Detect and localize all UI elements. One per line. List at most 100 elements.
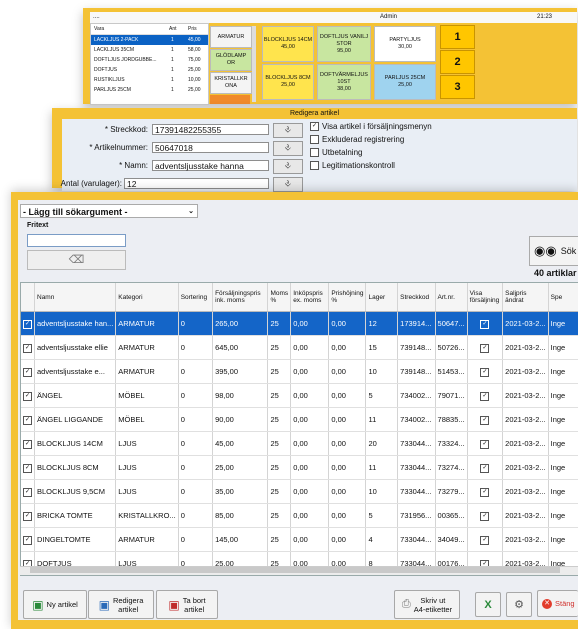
row-checkbox[interactable]: ✓ bbox=[21, 479, 35, 504]
row-checkbox[interactable]: ✓ bbox=[21, 407, 35, 432]
excel-export-button[interactable]: X bbox=[475, 592, 501, 617]
name-field[interactable]: adventsljusstake hanna bbox=[152, 160, 269, 171]
pos-list-row[interactable]: PARLJUS 25CM 1 25,00 bbox=[91, 85, 208, 95]
close-button[interactable]: ✕ Stäng bbox=[537, 590, 578, 617]
clear-search-button[interactable]: ⌫ bbox=[27, 250, 126, 270]
column-header-article-number[interactable]: Art.nr. bbox=[435, 283, 468, 312]
scan-button-article-number[interactable]: ⎀ bbox=[273, 141, 303, 156]
edit-article-button[interactable]: ▣ Redigera artikel bbox=[88, 590, 154, 619]
barcode-field[interactable]: 17391482255355 bbox=[152, 124, 269, 135]
pos-list-row[interactable]: LACKLJUS 2-PACK 1 45,00 bbox=[91, 35, 208, 45]
pos-receipt-list[interactable]: Vara Ant Pris LACKLJUS 2-PACK 1 45,00 LACK… bbox=[90, 23, 209, 105]
horizontal-scrollbar-thumb[interactable] bbox=[30, 567, 560, 573]
cell-show-in-sales[interactable]: ✓ bbox=[467, 479, 504, 504]
cell-barcode: 733044... bbox=[397, 431, 436, 456]
table-row[interactable]: ✓ adventsljusstake ellie ARMATUR 0 645,00 25 0… bbox=[21, 335, 578, 360]
pos-list-row[interactable]: RUSTIKLJUS 1 10,00 bbox=[91, 75, 208, 85]
column-header-purchase-price[interactable]: Inköpspris ex. moms bbox=[290, 283, 330, 312]
pos-list-row[interactable]: LACKLJUS 35CM 1 58,00 bbox=[91, 45, 208, 55]
cell-name: adventsljusstake e... bbox=[34, 359, 117, 384]
table-row[interactable]: ✓ DINGELTOMTE ARMATUR 0 145,00 25 0,00 0,00 4 733… bbox=[21, 527, 578, 552]
category-button-partial[interactable] bbox=[210, 95, 250, 104]
table-row[interactable]: ✓ ÄNGEL MÖBEL 0 98,00 25 0,00 0,00 5 734002... 790… bbox=[21, 383, 578, 408]
table-row[interactable]: ✓ BLOCKLJUS 8CM LJUS 0 25,00 25 0,00 0,00 11 7330… bbox=[21, 455, 578, 480]
column-header-show-in-sales[interactable]: Visa försäljning bbox=[467, 283, 504, 312]
cell-barcode: 733044... bbox=[398, 576, 435, 577]
checkbox-excluded-registration[interactable]: Exkluderad registrering bbox=[310, 135, 404, 145]
row-checkbox[interactable]: ✓ bbox=[21, 527, 35, 552]
category-scrollbar[interactable] bbox=[252, 26, 256, 102]
column-header-select[interactable] bbox=[21, 283, 35, 312]
column-header-vat[interactable]: Moms % bbox=[267, 283, 292, 312]
column-header-sort[interactable]: Sortering bbox=[178, 283, 214, 312]
cell-category: MÖBEL bbox=[115, 407, 179, 432]
checkbox-show-in-sales-menu[interactable]: ✓ Visa artikel i försäljningsmenyn bbox=[310, 122, 432, 132]
category-button-kristallkrona[interactable]: KRISTALLKR ONA bbox=[210, 72, 252, 94]
article-number-field[interactable]: 50647018 bbox=[152, 142, 269, 153]
column-header-sales-price[interactable]: Försäljningspris ink. moms bbox=[212, 283, 269, 312]
table-row[interactable]: ✓DOFTLJUS JORDG...LJUS075,00250,000,0012… bbox=[21, 576, 578, 577]
article-table[interactable]: Namn Kategori Sortering Försäljningspris… bbox=[20, 282, 578, 576]
row-checkbox[interactable]: ✓ bbox=[21, 335, 35, 360]
column-header-barcode[interactable]: Streckkod bbox=[397, 283, 436, 312]
checkbox-payout[interactable]: Utbetalning bbox=[310, 148, 362, 158]
scan-button-stock[interactable]: ⎀ bbox=[273, 177, 303, 192]
table-row[interactable]: ✓ ÄNGEL LIGGANDE MÖBEL 0 90,00 25 0,00 0,00 11 73… bbox=[21, 407, 578, 432]
delete-article-button[interactable]: ▣ Ta bort artikel bbox=[156, 590, 218, 619]
pos-list-row[interactable]: DOFTLJUS JORDGUBBE... 1 75,00 bbox=[91, 55, 208, 65]
cell-show-in-sales[interactable]: ✓ bbox=[467, 527, 504, 552]
row-checkbox[interactable]: ✓ bbox=[21, 311, 35, 336]
cell-show-in-sales[interactable]: ✓ bbox=[467, 576, 503, 577]
column-header-stock[interactable]: Lager bbox=[365, 283, 399, 312]
columns-settings-button[interactable]: ⚙ bbox=[506, 592, 532, 617]
fritext-input[interactable] bbox=[27, 234, 126, 247]
pos-list-row[interactable]: DOFTJUS 1 25,00 bbox=[91, 65, 208, 75]
product-tile-doftvarmeljus[interactable]: DOFTVÄRMELJUS 10ST 38,00 bbox=[317, 64, 371, 100]
product-tile-blockljus-8cm[interactable]: BLOCKLJUS 8CM 25,00 bbox=[262, 64, 314, 100]
column-header-price-changed[interactable]: Saljpris ändrat bbox=[502, 283, 549, 312]
row-checkbox[interactable]: ✓ bbox=[21, 503, 35, 528]
scan-button-barcode[interactable]: ⎀ bbox=[273, 123, 303, 138]
cell-show-in-sales[interactable]: ✓ bbox=[467, 431, 504, 456]
quantity-button-1[interactable]: 1 bbox=[440, 25, 475, 49]
scan-button-name[interactable]: ⎀ bbox=[273, 159, 303, 174]
product-tile-doftljus-vanilj[interactable]: DOFTLJUS VANILJ STOR 95,00 bbox=[317, 26, 371, 62]
category-button-armatur[interactable]: ARMATUR bbox=[210, 26, 252, 48]
new-article-button[interactable]: ▣ Ny artikel bbox=[23, 590, 87, 619]
row-checkbox[interactable]: ✓ bbox=[21, 431, 35, 456]
cell-name: BLOCKLJUS 9,5CM bbox=[34, 479, 117, 504]
cell-name: BLOCKLJUS 14CM bbox=[34, 431, 117, 456]
cell-show-in-sales[interactable]: ✓ bbox=[467, 311, 504, 336]
quantity-button-2[interactable]: 2 bbox=[440, 50, 475, 74]
category-button-glodlampor[interactable]: GLÖDLAMP OR bbox=[210, 49, 252, 71]
product-tile-blockljus-14cm[interactable]: BLOCKLJUS 14CM 45,00 bbox=[262, 26, 314, 62]
table-row[interactable]: ✓ BLOCKLJUS 9,5CM LJUS 0 35,00 25 0,00 0,00 10 73… bbox=[21, 479, 578, 504]
table-row[interactable]: ✓ adventsljusstake e... ARMATUR 0 395,00 25 0,… bbox=[21, 359, 578, 384]
product-tile-partyljus[interactable]: PARTYLJUS 30,00 bbox=[374, 26, 436, 62]
column-header-price-increase[interactable]: Prishöjning % bbox=[328, 283, 367, 312]
column-header-category[interactable]: Kategori bbox=[115, 283, 179, 312]
cell-show-in-sales[interactable]: ✓ bbox=[467, 407, 504, 432]
cell-show-in-sales[interactable]: ✓ bbox=[467, 359, 504, 384]
search-argument-dropdown[interactable]: - Lägg till sökargument - ⌄ bbox=[20, 204, 198, 218]
product-tile-parljus-25cm[interactable]: PARLJUS 25CM 25,00 bbox=[374, 64, 436, 100]
row-checkbox[interactable]: ✓ bbox=[21, 455, 35, 480]
search-button[interactable]: ◉◉ Sök bbox=[529, 236, 578, 266]
row-checkbox[interactable]: ✓ bbox=[21, 576, 35, 577]
column-header-spe[interactable]: Spe bbox=[548, 283, 578, 312]
table-row[interactable]: ✓ BLOCKLJUS 14CM LJUS 0 45,00 25 0,00 0,00 20 733… bbox=[21, 431, 578, 456]
table-row[interactable]: ✓ adventsljusstake han... ARMATUR 0 265,00 25… bbox=[21, 311, 578, 336]
cell-show-in-sales[interactable]: ✓ bbox=[467, 455, 504, 480]
column-header-name[interactable]: Namn bbox=[34, 283, 117, 312]
row-checkbox[interactable]: ✓ bbox=[21, 359, 35, 384]
cell-show-in-sales[interactable]: ✓ bbox=[467, 503, 504, 528]
cell-purchase-price: 0,00 bbox=[290, 479, 330, 504]
table-row[interactable]: ✓ BRICKA TOMTE KRISTALLKRO... 0 85,00 25 0,00 0… bbox=[21, 503, 578, 528]
checkbox-id-check[interactable]: Legitimationskontroll bbox=[310, 161, 395, 171]
row-checkbox[interactable]: ✓ bbox=[21, 383, 35, 408]
cell-show-in-sales[interactable]: ✓ bbox=[467, 383, 504, 408]
quantity-button-3[interactable]: 3 bbox=[440, 75, 475, 99]
cell-show-in-sales[interactable]: ✓ bbox=[467, 335, 504, 360]
print-labels-button[interactable]: ⎙ Skriv ut A4-etiketter bbox=[394, 590, 460, 619]
stock-quantity-field[interactable]: 12 bbox=[124, 178, 269, 189]
